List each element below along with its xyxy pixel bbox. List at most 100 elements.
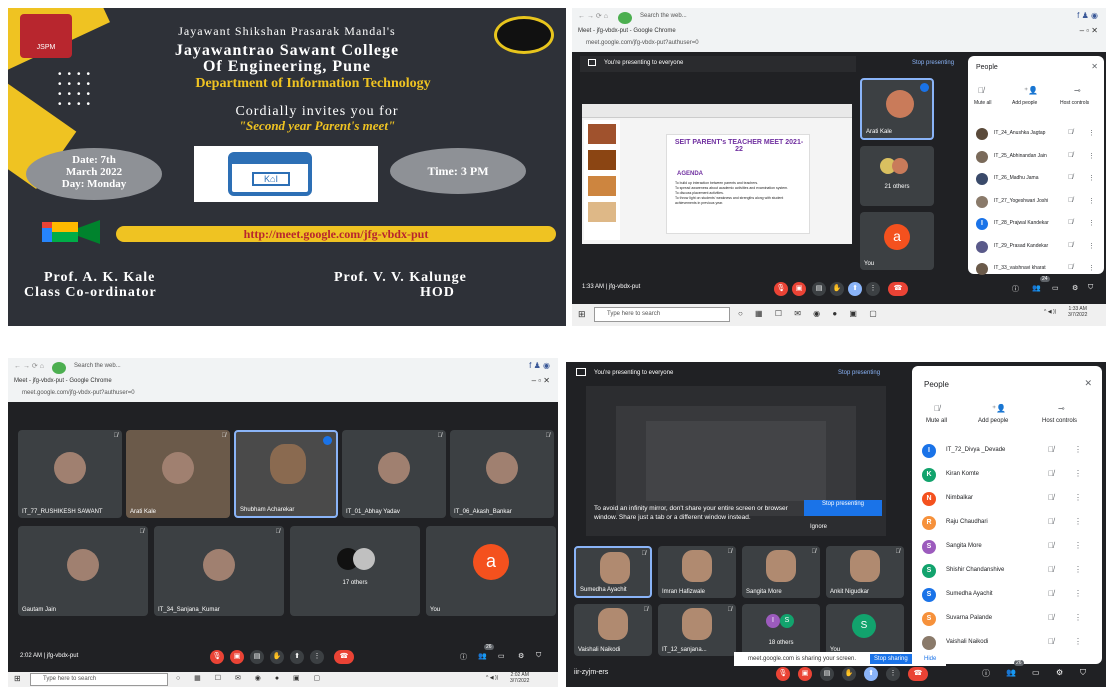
participant-tile[interactable]: 🎙̸ IT_34_Sanjana_Kumar xyxy=(154,526,284,616)
activities-icon[interactable]: ⚙ xyxy=(1072,284,1078,292)
more-options-button[interactable]: ⋮ xyxy=(866,282,880,296)
participant-tile[interactable]: 🎙̸ IT_12_sanjana... xyxy=(658,604,736,656)
participant-row[interactable]: IT_24_Anushka Jagtap 🎙̸ ⋮ xyxy=(968,126,1104,144)
mic-muted-icon[interactable]: 🎙̸ xyxy=(1048,637,1054,646)
participant-tile[interactable]: a You xyxy=(426,526,556,616)
stop-presenting-link[interactable]: Stop presenting xyxy=(838,370,880,376)
more-options-icon[interactable]: ⋮ xyxy=(1074,469,1082,478)
more-options-icon[interactable]: ⋮ xyxy=(1074,517,1082,526)
more-options-icon[interactable]: ⋮ xyxy=(1088,152,1095,160)
activities-icon[interactable]: ⚙ xyxy=(1056,668,1063,677)
captions-button[interactable]: ▤ xyxy=(812,282,826,296)
more-options-icon[interactable]: ⋮ xyxy=(1088,129,1095,137)
mute-all-label[interactable]: Mute all xyxy=(974,100,992,106)
camera-off-button[interactable]: ▣ xyxy=(230,650,244,664)
mic-muted-icon[interactable]: 🎙̸ xyxy=(1048,565,1054,574)
more-options-icon[interactable]: ⋮ xyxy=(1088,197,1095,205)
mic-muted-icon[interactable]: 🎙̸ xyxy=(1068,264,1073,271)
camera-off-button[interactable]: ▣ xyxy=(798,667,812,681)
close-icon[interactable]: ✕ xyxy=(1091,62,1098,71)
mic-muted-icon[interactable]: 🎙̸ xyxy=(1068,129,1073,136)
participant-row[interactable]: IT_26_Madhu Jama 🎙̸ ⋮ xyxy=(968,171,1104,189)
info-icon[interactable]: ⓘ xyxy=(1012,284,1019,294)
raise-hand-button[interactable]: ✋ xyxy=(842,667,856,681)
mic-off-button[interactable]: 🎙 xyxy=(774,282,788,296)
more-options-icon[interactable]: ⋮ xyxy=(1088,264,1095,272)
more-options-icon[interactable]: ⋮ xyxy=(1074,565,1082,574)
participant-row[interactable]: IT_33_vaishnavi kharat 🎙̸ ⋮ xyxy=(968,261,1104,279)
participant-tile[interactable]: 🎙̸ IT_01_Abhay Yadav xyxy=(342,430,446,518)
participant-tile[interactable]: 17 others xyxy=(290,526,420,616)
mic-muted-icon[interactable]: 🎙̸ xyxy=(1048,613,1054,622)
mic-muted-icon[interactable]: 🎙̸ xyxy=(1048,445,1054,454)
stop-presenting-button[interactable]: Stop presenting xyxy=(804,500,882,516)
leave-call-button[interactable]: ☎ xyxy=(334,650,354,664)
participant-tile[interactable]: 🎙̸ Gautam Jain xyxy=(18,526,148,616)
web-search-input[interactable]: Search the web... xyxy=(74,363,121,369)
mic-muted-icon[interactable]: 🎙̸ xyxy=(1068,197,1073,204)
people-icon[interactable]: 👥 xyxy=(478,652,487,660)
windows-start-icon[interactable]: ⊞ xyxy=(578,309,586,320)
participant-tile[interactable]: 🎙̸ Imran Hafizwale xyxy=(658,546,736,598)
stop-sharing-button[interactable]: Stop sharing xyxy=(870,654,912,664)
participant-row[interactable]: IT_29_Prasad Kandekar 🎙̸ ⋮ xyxy=(968,239,1104,257)
info-icon[interactable]: ⓘ xyxy=(460,652,467,662)
raise-hand-button[interactable]: ✋ xyxy=(830,282,844,296)
mic-muted-icon[interactable]: 🎙̸ xyxy=(1048,541,1054,550)
mic-off-button[interactable]: 🎙 xyxy=(210,650,224,664)
stop-presenting-link[interactable]: Stop presenting xyxy=(912,60,954,66)
people-icon[interactable]: 👥 xyxy=(1006,668,1016,677)
add-people-label[interactable]: Add people xyxy=(978,418,1008,424)
host-controls-label[interactable]: Host controls xyxy=(1042,418,1077,424)
security-icon[interactable]: ⛉ xyxy=(1080,668,1086,678)
chat-icon[interactable]: ▭ xyxy=(1032,668,1040,677)
security-icon[interactable]: ⛉ xyxy=(536,652,541,660)
more-options-icon[interactable]: ⋮ xyxy=(1074,613,1082,622)
participant-tile[interactable]: 🎙̸ IT_77_RUSHIKESH SAWANT xyxy=(18,430,122,518)
mic-muted-icon[interactable]: 🎙̸ xyxy=(1068,219,1073,226)
more-options-icon[interactable]: ⋮ xyxy=(1088,174,1095,182)
captions-button[interactable]: ▤ xyxy=(820,667,834,681)
participant-row[interactable]: IT_27_Yogeshwari Joshi 🎙̸ ⋮ xyxy=(968,194,1104,212)
people-icon[interactable]: 👥 xyxy=(1032,284,1041,292)
participant-row[interactable]: R Raju Chaudhari 🎙̸ ⋮ xyxy=(912,514,1102,534)
self-tile[interactable]: a You xyxy=(860,212,934,270)
more-options-icon[interactable]: ⋮ xyxy=(1088,242,1095,250)
present-button[interactable]: ⬆ xyxy=(290,650,304,664)
mic-off-button[interactable]: 🎙 xyxy=(776,667,790,681)
others-tile[interactable]: 21 others xyxy=(860,146,934,206)
participant-row[interactable]: N Nimbalkar 🎙̸ ⋮ xyxy=(912,490,1102,510)
more-options-icon[interactable]: ⋮ xyxy=(1074,589,1082,598)
participant-row[interactable]: I IT_72_Divya _Devade 🎙̸ ⋮ xyxy=(912,442,1102,462)
hide-button[interactable]: Hide xyxy=(924,656,936,662)
more-options-button[interactable]: ⋮ xyxy=(310,650,324,664)
leave-call-button[interactable]: ☎ xyxy=(908,667,928,681)
participant-tile[interactable]: Arati Kale xyxy=(860,78,934,140)
chat-icon[interactable]: ▭ xyxy=(1052,284,1059,292)
raise-hand-button[interactable]: ✋ xyxy=(270,650,284,664)
windows-start-icon[interactable]: ⊞ xyxy=(14,674,21,683)
participant-row[interactable]: I IT_28_Prajwal Kandekar 🎙̸ ⋮ xyxy=(968,216,1104,234)
mic-muted-icon[interactable]: 🎙̸ xyxy=(1068,242,1073,249)
participant-row[interactable]: S Suvarna Palande 🎙̸ ⋮ xyxy=(912,610,1102,630)
host-controls-icon[interactable]: ⊸ xyxy=(1074,86,1081,95)
participant-tile[interactable]: I S 18 others xyxy=(742,604,820,656)
leave-call-button[interactable]: ☎ xyxy=(888,282,908,296)
taskbar-app-icons[interactable]: ○ ▦ ☐ ✉ ◉ ● ▣ ▢ xyxy=(738,309,882,318)
present-button[interactable]: ⬆ xyxy=(848,282,862,296)
participant-tile[interactable]: 🎙̸ Sangita More xyxy=(742,546,820,598)
participant-tile[interactable]: 🎙̸ Vaishali Naikodi xyxy=(574,604,652,656)
mic-muted-icon[interactable]: 🎙̸ xyxy=(1048,493,1054,502)
taskbar-app-icons[interactable]: ○ ▦ ☐ ✉ ◉ ● ▣ ▢ xyxy=(176,674,326,682)
ignore-button[interactable]: Ignore xyxy=(810,524,827,530)
taskbar-search-input[interactable]: Type here to search xyxy=(30,673,168,686)
host-controls-icon[interactable]: ⊸ xyxy=(1058,404,1065,413)
mic-muted-icon[interactable]: 🎙̸ xyxy=(1068,174,1073,181)
toolbar-icons[interactable]: f ♟ ◉ xyxy=(529,361,550,370)
participant-row[interactable]: S Sangita More 🎙̸ ⋮ xyxy=(912,538,1102,558)
captions-button[interactable]: ▤ xyxy=(250,650,264,664)
add-people-icon[interactable]: ⁺👤 xyxy=(992,404,1006,413)
url-bar[interactable]: meet.google.com/jfg-vbdx-put?authuser=0 xyxy=(586,40,699,46)
mute-all-icon[interactable]: 🎙̸ xyxy=(934,404,940,413)
participant-tile[interactable]: 🎙̸ Ankit Nigudkar xyxy=(826,546,904,598)
